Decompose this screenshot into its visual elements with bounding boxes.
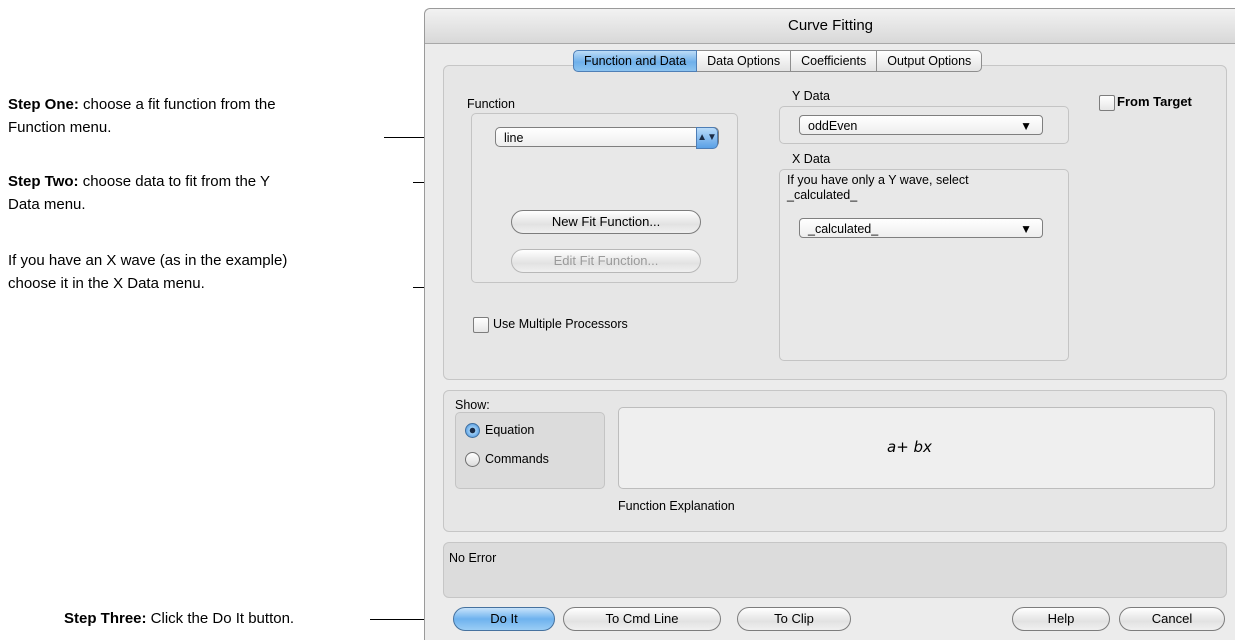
tab-function-and-data[interactable]: Function and Data xyxy=(573,50,698,72)
x-data-select[interactable]: _calculated_ ▼ xyxy=(799,218,1043,238)
x-wave-annotation: If you have an X wave (as in the example… xyxy=(8,249,287,295)
dropdown-arrow-icon: ▼ xyxy=(1020,119,1032,133)
to-cmd-line-button[interactable]: To Cmd Line xyxy=(563,607,721,631)
function-select[interactable]: line ▲▼ xyxy=(495,127,719,149)
edit-fit-function-button[interactable]: Edit Fit Function... xyxy=(511,249,701,273)
x-data-hint: If you have only a Y wave, select xyxy=(787,173,969,187)
use-multiple-processors-label: Use Multiple Processors xyxy=(493,317,628,331)
x-data-hint-2: _calculated_ xyxy=(787,188,858,202)
new-fit-function-button[interactable]: New Fit Function... xyxy=(511,210,701,234)
help-button[interactable]: Help xyxy=(1012,607,1110,631)
step-three-annotation: Step Three: Click the Do It button. xyxy=(64,607,294,630)
y-data-select-value: oddEven xyxy=(808,119,858,133)
dropdown-arrow-icon: ▼ xyxy=(1020,222,1032,236)
function-select-value: line xyxy=(504,131,524,145)
to-clip-button[interactable]: To Clip xyxy=(737,607,851,631)
y-data-title: Y Data xyxy=(792,89,830,103)
tab-data-options[interactable]: Data Options xyxy=(697,50,792,72)
step-one-annotation: Step One: choose a fit function from the… xyxy=(8,93,276,139)
do-it-button[interactable]: Do It xyxy=(453,607,555,631)
curve-fitting-dialog: Curve Fitting Function and Data Data Opt… xyxy=(424,8,1235,640)
function-group-title: Function xyxy=(467,97,515,111)
step-one-bold: Step One: xyxy=(8,96,79,113)
step-three-bold: Step Three: xyxy=(64,610,147,627)
x-data-select-value: _calculated_ xyxy=(808,222,879,236)
equation-text: a+ bx xyxy=(887,438,932,456)
commands-label: Commands xyxy=(485,452,549,466)
commands-radio[interactable] xyxy=(465,452,480,467)
equation-label: Equation xyxy=(485,423,535,437)
function-explanation-caption: Function Explanation xyxy=(618,499,735,513)
step-two-text: choose data to fit from the Y xyxy=(78,173,271,190)
step-one-text-2: Function menu. xyxy=(8,119,112,136)
error-panel xyxy=(443,542,1227,598)
from-target-checkbox[interactable] xyxy=(1099,95,1115,111)
step-two-text-2: Data menu. xyxy=(8,196,86,213)
step-two-annotation: Step Two: choose data to fit from the Y … xyxy=(8,170,270,216)
popup-stepper-icon: ▲▼ xyxy=(696,127,718,149)
y-data-select[interactable]: oddEven ▼ xyxy=(799,115,1043,135)
x-wave-text: If you have an X wave (as in the example… xyxy=(8,252,288,269)
step-one-text: choose a fit function from the xyxy=(78,96,276,113)
x-wave-text-2: choose it in the X Data menu. xyxy=(8,275,205,292)
step-three-text: Click the Do It button. xyxy=(146,610,295,627)
step-two-bold: Step Two: xyxy=(8,173,79,190)
tab-output-options[interactable]: Output Options xyxy=(877,50,983,72)
use-multiple-processors-checkbox[interactable] xyxy=(473,317,489,333)
error-text: No Error xyxy=(449,551,497,565)
window-title: Curve Fitting xyxy=(425,9,1235,44)
cancel-button[interactable]: Cancel xyxy=(1119,607,1225,631)
tab-coefficients[interactable]: Coefficients xyxy=(791,50,878,72)
equation-radio[interactable] xyxy=(465,423,480,438)
x-data-title: X Data xyxy=(792,152,831,166)
tab-bar: Function and Data Data Options Coefficie… xyxy=(573,50,983,72)
show-title: Show: xyxy=(455,398,490,412)
from-target-label: From Target xyxy=(1117,94,1192,109)
